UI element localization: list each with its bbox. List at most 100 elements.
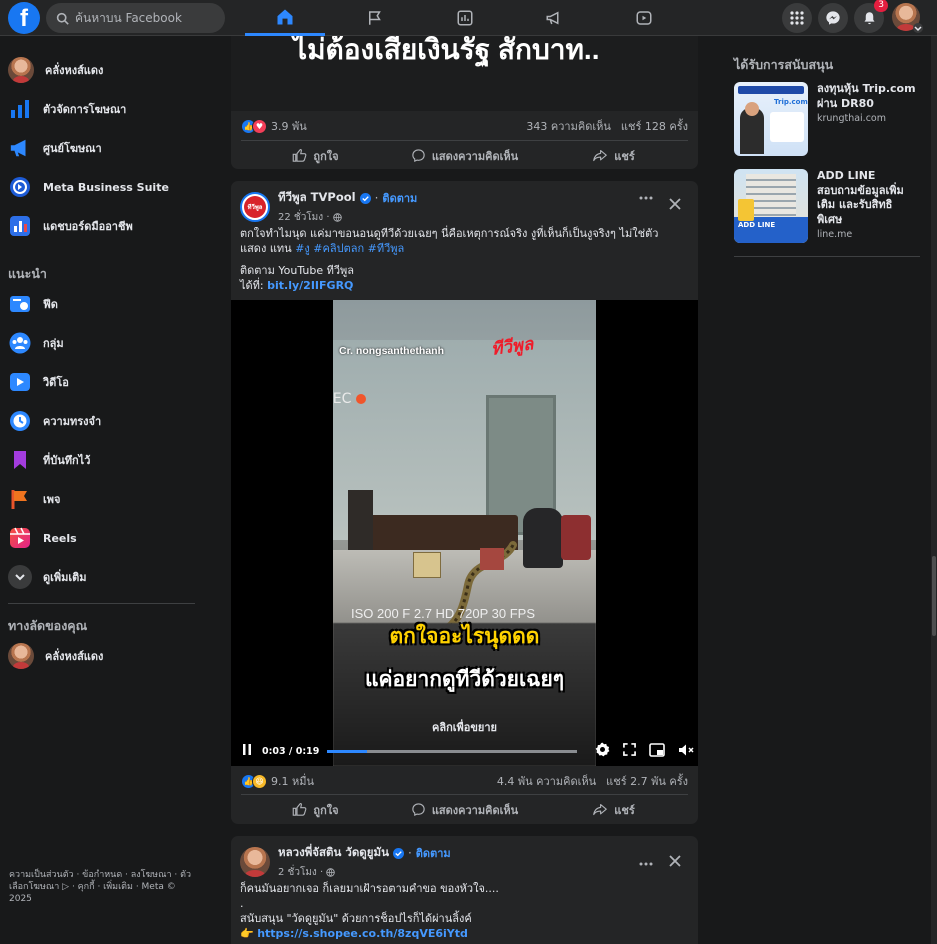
nav-dashboard-tab[interactable] [425, 0, 505, 36]
image-banner-text: ไม่ต้องเสียเงินรัฐ สักบาท.. [293, 36, 600, 65]
notification-badge: 3 [874, 0, 888, 12]
reaction-count: 3.9 พัน [271, 120, 307, 133]
click-to-expand-hint[interactable]: คลิกเพื่อขยาย [333, 718, 596, 736]
share-count[interactable]: แชร์ 128 ครั้ง [621, 117, 688, 135]
search-box[interactable] [46, 3, 225, 33]
ad-thumb-face [745, 102, 759, 116]
comment-button[interactable]: แสดงความคิดเห็น [390, 795, 539, 824]
sidebar-item-meta-business-suite[interactable]: Meta Business Suite [8, 169, 169, 205]
hide-post-button[interactable] [668, 852, 682, 873]
pip-icon [649, 742, 666, 757]
ad-thumb-header [738, 86, 804, 94]
nav-video-tab[interactable] [604, 0, 684, 36]
sidebar-item-groups[interactable]: กลุ่ม [8, 325, 64, 361]
nav-pages-tab[interactable] [335, 0, 415, 36]
meta-business-icon [8, 175, 32, 199]
globe-icon [326, 868, 335, 877]
search-input[interactable] [75, 11, 215, 25]
search-icon [56, 12, 69, 25]
post-actions: ถูกใจ แสดงความคิดเห็น แชร์ [241, 140, 688, 169]
post-stats: 👍 😆 9.1 หมื่น 4.4 พัน ความคิดเห็น แชร์ 2… [231, 767, 698, 795]
more-options-button[interactable] [639, 189, 653, 210]
reactions-summary[interactable]: 👍 😆 9.1 หมื่น [241, 772, 314, 790]
page-name[interactable]: ทีวีพูล TVPool [278, 189, 356, 207]
sidebar-item-video[interactable]: วิดีโอ [8, 364, 69, 400]
pause-icon [243, 744, 251, 755]
dot-separator: · [374, 191, 379, 205]
post-text-line: ก็คนมันอยากเจอ ก็เลยมาเฝ้ารอตามคำขอ ของห… [240, 882, 499, 895]
sidebar-item-ads-manager[interactable]: ตัวจัดการโฆษณา [8, 91, 126, 127]
share-icon [593, 149, 608, 162]
ad-title: ADD LINE สอบถามข้อมูลเพิ่มเติม และรับสิท… [817, 169, 904, 226]
post-card: ไม่ต้องเสียเงินรัฐ สักบาท.. 👍 ♥ 3.9 พัน … [231, 36, 698, 169]
like-label: ถูกใจ [313, 803, 339, 817]
share-button[interactable]: แชร์ [539, 795, 688, 824]
sponsored-ad[interactable]: Trip.com ลงทุนหุ้น Trip.com ผ่าน DR80 kr… [734, 82, 917, 156]
page-avatar[interactable] [240, 847, 270, 877]
like-button[interactable]: ถูกใจ [241, 795, 390, 824]
reactions-summary[interactable]: 👍 ♥ 3.9 พัน [241, 117, 307, 135]
sidebar-item-saved[interactable]: ที่บันทึกไว้ [8, 442, 90, 478]
nav-home-tab[interactable] [245, 0, 325, 36]
page-avatar [8, 643, 34, 669]
post-time[interactable]: 2 ชั่วโมง · [278, 865, 323, 880]
post-time[interactable]: 22 ชั่วโมง · [278, 210, 330, 225]
video-settings-button[interactable] [595, 742, 610, 760]
sidebar-item-pro-dashboard[interactable]: แดชบอร์ดมืออาชีพ [8, 208, 133, 244]
video-player[interactable]: Cr. nongsanthethanh ทีวีพูล REC ISO 200 … [231, 300, 698, 766]
video-progress-fill [327, 749, 368, 753]
share-count[interactable]: แชร์ 2.7 พัน ครั้ง [606, 772, 688, 790]
top-navigation-bar: f 3 [0, 0, 937, 36]
post-link[interactable]: bit.ly/2IIFGRQ [267, 279, 353, 292]
post-actions: ถูกใจ แสดงความคิดเห็น แชร์ [241, 794, 688, 824]
video-progress-bar[interactable] [327, 749, 578, 753]
shortcut-item[interactable]: คลั่งหงส์แดง [8, 638, 103, 674]
page-name[interactable]: หลวงพี่จัสติน วัดดูยูมัน [278, 844, 389, 862]
tvpool-logo: ทีวีพูล [244, 196, 266, 218]
sponsored-ad[interactable]: ADD LINE ADD LINE สอบถามข้อมูลเพิ่มเติม … [734, 169, 917, 243]
sidebar-footer[interactable]: ความเป็นส่วนตัว · ข้อกำหนด · ลงโฆษณา · ต… [9, 869, 199, 905]
sidebar-item-memories[interactable]: ความทรงจำ [8, 403, 101, 439]
page-scrollbar[interactable] [931, 36, 937, 944]
sidebar-item-ad-center[interactable]: ศูนย์โฆษณา [8, 130, 102, 166]
shortcuts-section-title: ทางลัดของคุณ [8, 618, 88, 633]
sidebar-item-profile[interactable]: คลั่งหงส์แดง [8, 52, 103, 88]
sidebar-item-feed[interactable]: ฟีด [8, 286, 58, 322]
video-rec-dot [356, 394, 366, 404]
sidebar-item-label: ดูเพิ่มเติม [43, 571, 87, 584]
more-options-button[interactable] [639, 850, 653, 871]
mute-button[interactable] [678, 743, 694, 760]
post-image[interactable]: ไม่ต้องเสียเงินรัฐ สักบาท.. [231, 36, 698, 111]
like-button[interactable]: ถูกใจ [241, 141, 390, 169]
pause-button[interactable] [242, 744, 254, 758]
follow-button[interactable]: ติดตาม [382, 189, 417, 207]
account-button[interactable] [892, 3, 923, 33]
comment-count[interactable]: 343 ความคิดเห็น [526, 117, 611, 135]
love-reaction-icon: ♥ [252, 118, 267, 134]
post-header: ทีวีพูล ทีวีพูล TVPool · ติดตาม 22 ชั่วโ… [240, 189, 417, 225]
comment-count[interactable]: 4.4 พัน ความคิดเห็น [497, 772, 596, 790]
sidebar-item-reels[interactable]: Reels [8, 520, 77, 556]
page-avatar[interactable]: ทีวีพูล [240, 192, 270, 222]
notifications-button[interactable]: 3 [854, 0, 888, 33]
fullscreen-button[interactable] [623, 743, 637, 759]
messenger-button[interactable] [818, 3, 848, 33]
post-link[interactable]: https://s.shopee.co.th/8zqVE6iYtd [257, 927, 468, 940]
ads-manager-icon [8, 97, 32, 121]
share-button[interactable]: แชร์ [539, 141, 688, 169]
nav-ads-tab[interactable] [514, 0, 594, 36]
scrollbar-thumb[interactable] [932, 556, 936, 636]
video-cam-info: ISO 200 F 2.7 HD 720P 30 FPS [351, 606, 536, 621]
comment-button[interactable]: แสดงความคิดเห็น [390, 141, 539, 169]
picture-in-picture-button[interactable] [649, 742, 666, 760]
post-hashtags[interactable]: #งู #คลิปตลก #ทีวีพูล [295, 242, 404, 255]
more-dots-icon [639, 862, 653, 866]
facebook-logo[interactable]: f [8, 2, 40, 34]
sidebar-see-more[interactable]: ดูเพิ่มเติม [8, 559, 87, 595]
menu-button[interactable] [782, 3, 812, 33]
chart-icon [457, 10, 473, 26]
follow-button[interactable]: ติดตาม [416, 844, 451, 862]
post-text: ตกใจทำไมนุด แค่มาขอนอนดูทีวีด้วยเฉยๆ นี่… [240, 226, 680, 256]
sidebar-item-pages[interactable]: เพจ [8, 481, 60, 517]
hide-post-button[interactable] [668, 195, 682, 216]
